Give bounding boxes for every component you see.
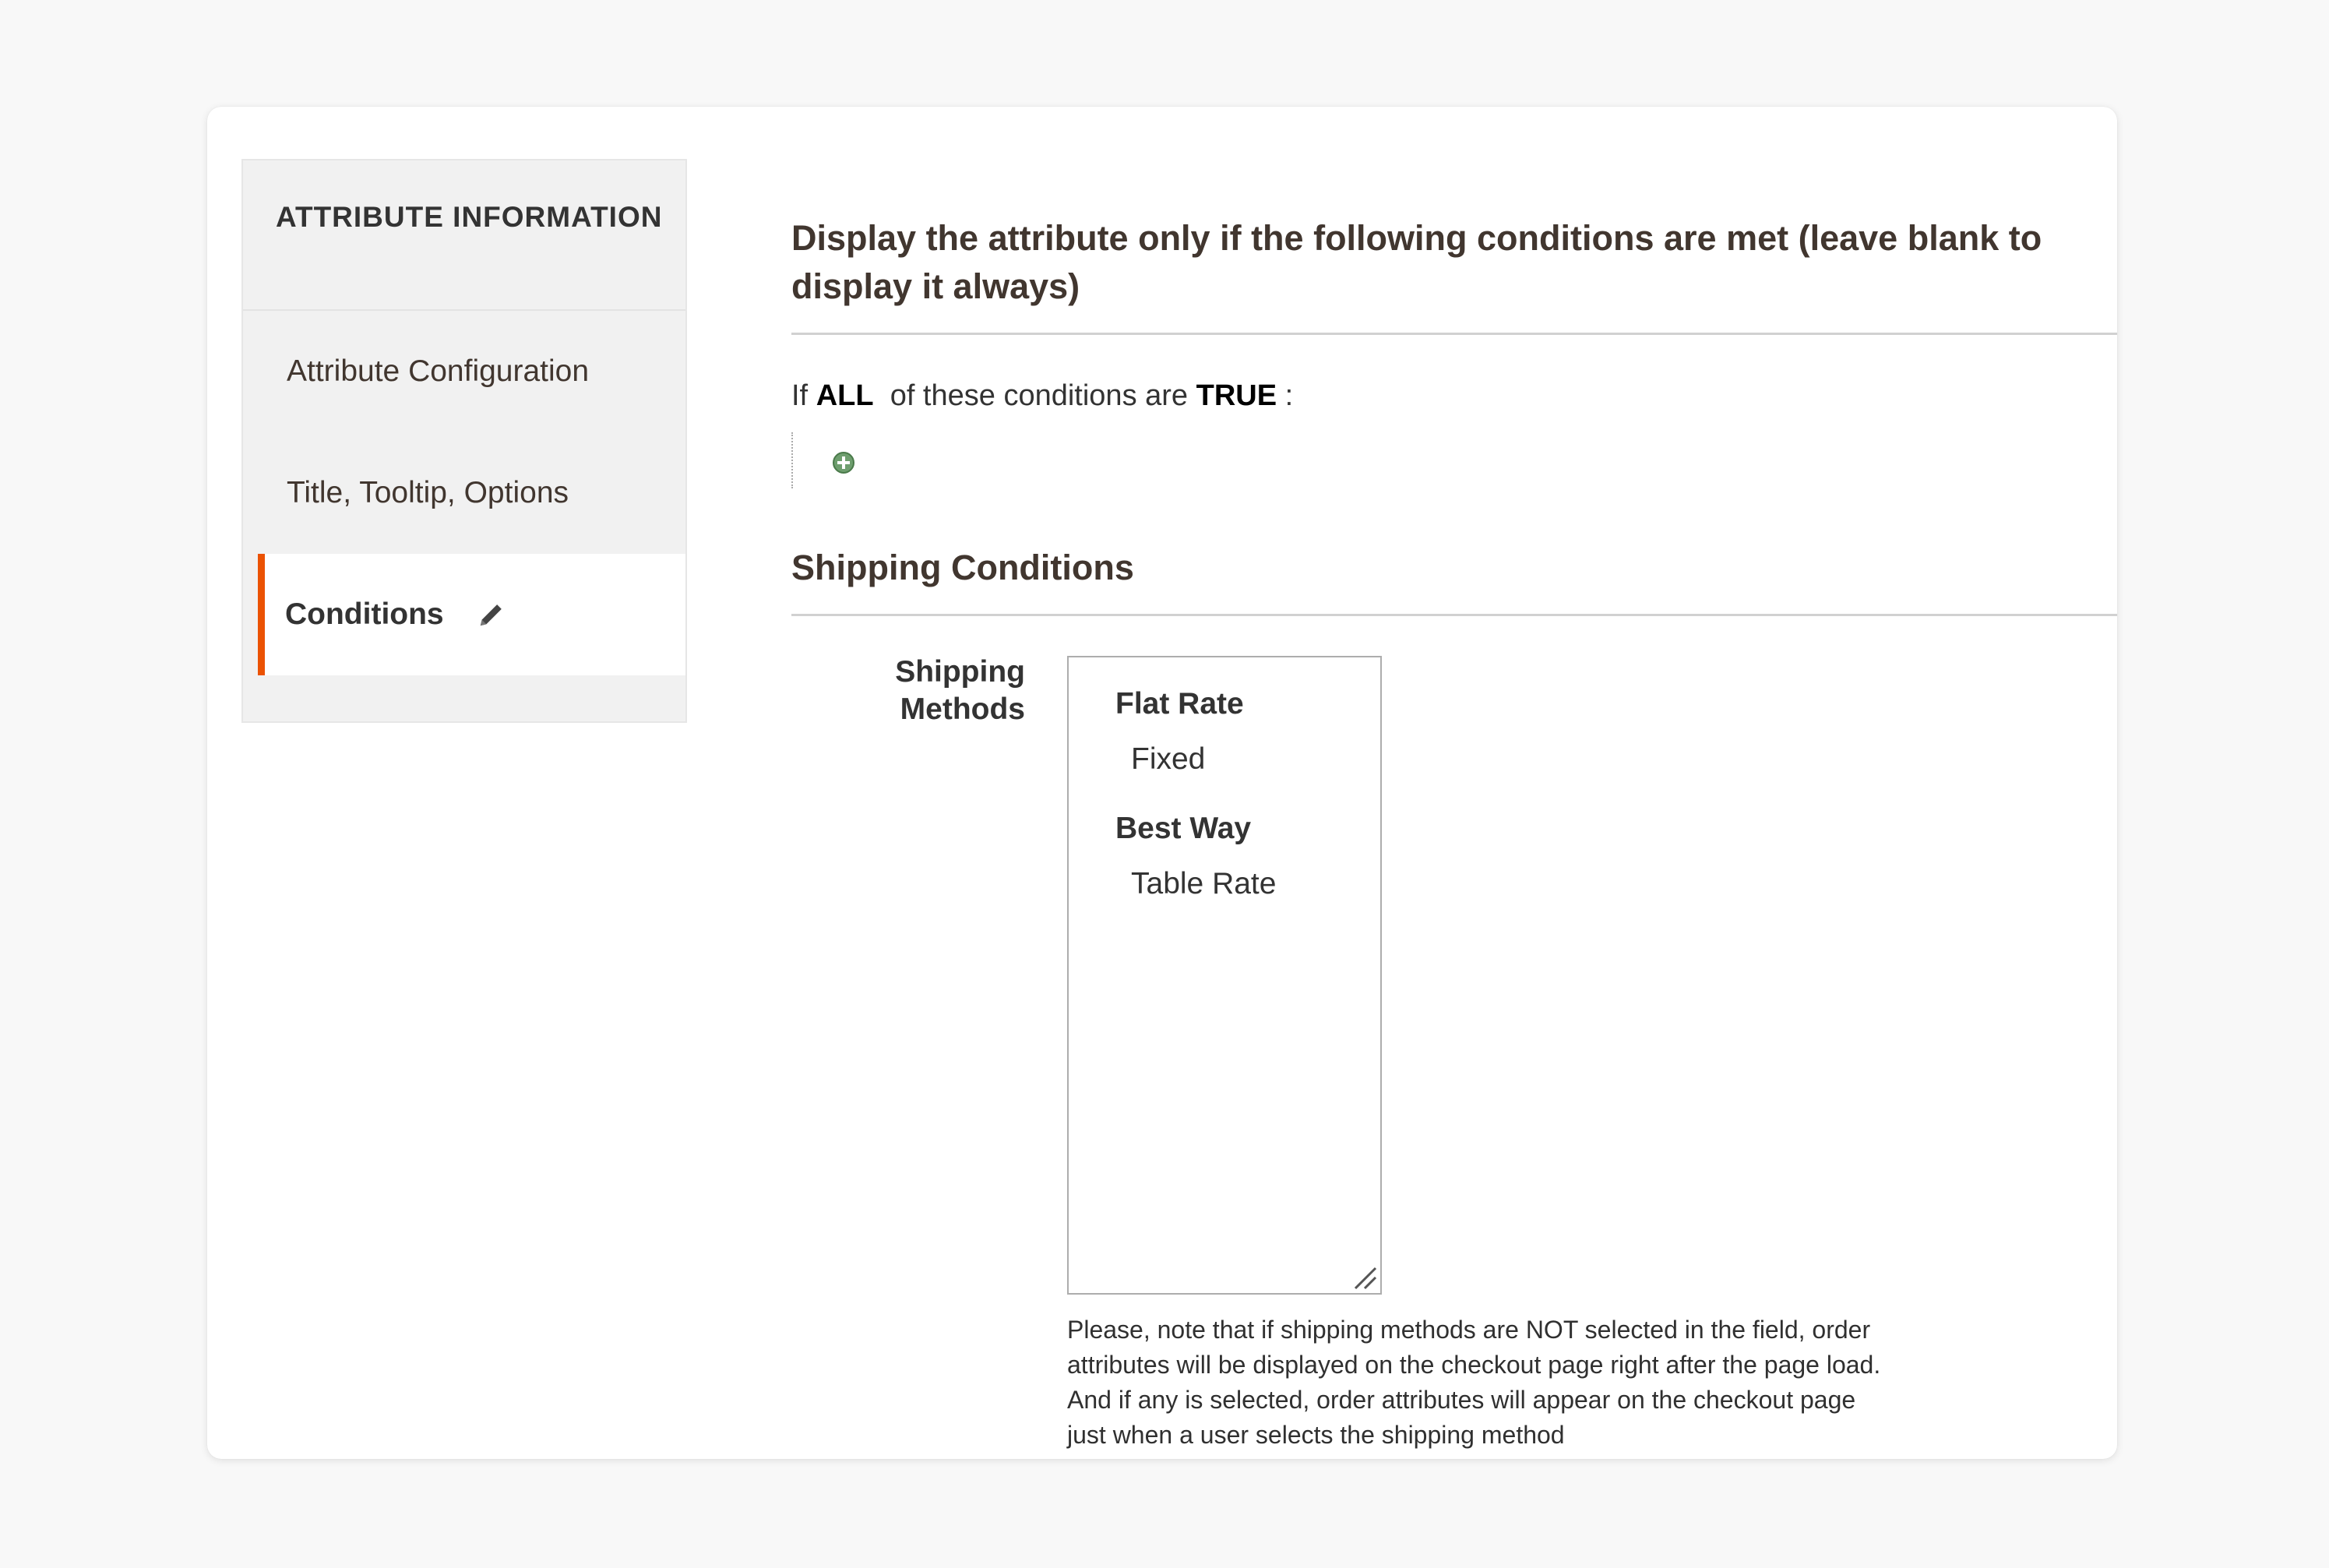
sidebar-item-attribute-configuration[interactable]: Attribute Configuration [243, 311, 685, 432]
plus-circle-icon[interactable] [832, 451, 855, 474]
section-divider [791, 333, 2117, 335]
option-fixed[interactable]: Fixed [1115, 734, 1380, 805]
main-content: Display the attribute only if the follow… [791, 107, 2117, 1459]
sidebar-item-label: Attribute Configuration [287, 354, 590, 388]
attribute-edit-panel: ATTRIBUTE INFORMATION Attribute Configur… [207, 107, 2117, 1459]
condition-value[interactable]: TRUE [1196, 379, 1277, 412]
conditions-section-title: Display the attribute only if the follow… [791, 218, 2042, 306]
shipping-conditions-title: Shipping Conditions [791, 548, 1134, 587]
section-divider [791, 614, 2117, 616]
condition-aggregator[interactable]: ALL [816, 379, 874, 412]
shipping-methods-multiselect[interactable]: Flat Rate Fixed Best Way Table Rate [1067, 656, 1382, 1295]
sidebar-item-conditions[interactable]: Conditions [258, 554, 685, 675]
shipping-methods-label: Shipping Methods [895, 655, 1025, 726]
condition-rule-line: If ALL of these conditions are TRUE : [791, 379, 1293, 413]
condition-tree-line [791, 432, 795, 488]
condition-prefix: If [791, 379, 809, 412]
pencil-icon [477, 600, 506, 629]
resize-handle-icon[interactable] [1352, 1265, 1377, 1290]
condition-suffix: : [1284, 379, 1294, 412]
sidebar-item-title-tooltip-options[interactable]: Title, Tooltip, Options [243, 432, 685, 554]
sidebar-title: ATTRIBUTE INFORMATION [243, 160, 685, 311]
sidebar-item-label: Conditions [285, 597, 444, 631]
optgroup-best-way: Best Way [1115, 812, 1252, 845]
condition-middle-text: of these conditions are [890, 379, 1189, 412]
option-table-rate[interactable]: Table Rate [1115, 858, 1380, 930]
sidebar-item-label: Title, Tooltip, Options [287, 476, 569, 509]
sidebar-nav: ATTRIBUTE INFORMATION Attribute Configur… [241, 159, 687, 723]
optgroup-flat-rate: Flat Rate [1115, 687, 1244, 721]
shipping-methods-note: Please, note that if shipping methods ar… [1067, 1316, 1881, 1449]
